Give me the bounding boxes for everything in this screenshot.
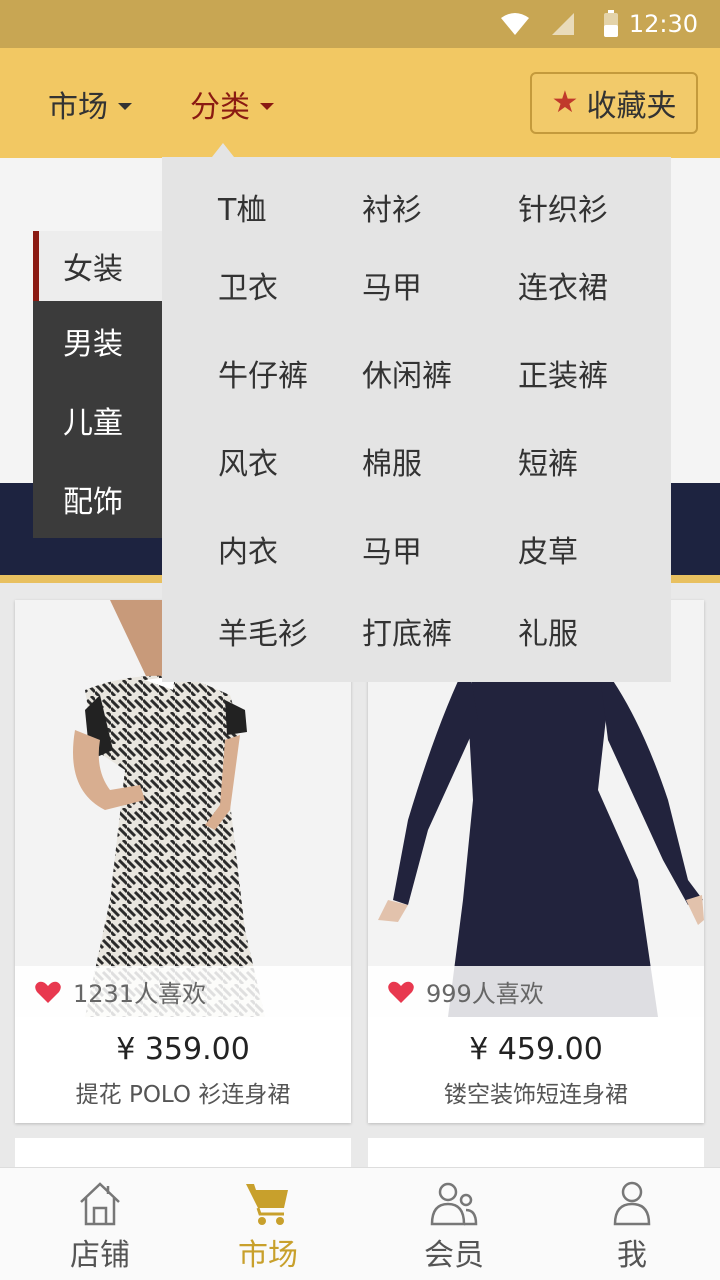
status-time: 12:30 xyxy=(628,10,698,38)
dropdown-item[interactable]: 休闲裤 xyxy=(362,351,452,395)
heart-icon[interactable] xyxy=(35,981,61,1003)
cart-icon xyxy=(246,1184,288,1225)
status-bar: 12:30 xyxy=(0,0,720,48)
market-tab[interactable]: 市场 xyxy=(48,82,132,126)
tab-me[interactable]: 我 xyxy=(572,1180,692,1274)
likes-count: 999人喜欢 xyxy=(426,980,544,1008)
dropdown-item[interactable]: 卫衣 xyxy=(218,263,278,307)
product-name: 镂空装饰短连身裙 xyxy=(444,1082,628,1108)
dropdown-item[interactable]: 衬衫 xyxy=(362,185,422,229)
battery-icon xyxy=(604,10,618,37)
tab-label: 会员 xyxy=(424,1238,484,1273)
side-category-menu: 女装 男装 儿童 配饰 xyxy=(33,231,163,538)
dropdown-item[interactable]: 内衣 xyxy=(218,527,278,571)
tab-market[interactable]: 市场 xyxy=(208,1180,328,1274)
tab-label: 我 xyxy=(617,1238,647,1273)
dropdown-item[interactable]: 皮草 xyxy=(518,527,578,571)
likes-count: 1231人喜欢 xyxy=(73,980,207,1008)
bottom-tab-bar: 店铺 市场 会员 我 xyxy=(0,1167,720,1280)
dropdown-item[interactable]: 打底裤 xyxy=(362,609,452,653)
category-tab-label: 分类 xyxy=(190,90,250,125)
side-category-men[interactable]: 男装 xyxy=(33,301,163,380)
dropdown-item[interactable]: 马甲 xyxy=(362,263,422,307)
caret-down-icon xyxy=(118,102,132,110)
dropdown-item[interactable]: 牛仔裤 xyxy=(218,351,308,395)
side-category-women[interactable]: 女装 xyxy=(33,231,163,301)
product-price: ¥ 359.00 xyxy=(116,1032,250,1067)
tab-label: 店铺 xyxy=(70,1238,130,1273)
dropdown-item[interactable]: 风衣 xyxy=(218,439,278,483)
tab-store[interactable]: 店铺 xyxy=(40,1180,160,1274)
category-dropdown: T桖 衬衫 针织衫 卫衣 马甲 连衣裙 牛仔裤 休闲裤 正装裤 风衣 棉服 短裤… xyxy=(162,157,671,682)
user-icon xyxy=(613,1181,651,1226)
wifi-icon xyxy=(501,13,529,35)
dropdown-pointer xyxy=(212,143,234,157)
dropdown-item[interactable]: T桖 xyxy=(218,185,266,229)
dropdown-item[interactable]: 连衣裙 xyxy=(518,263,608,307)
tab-label: 市场 xyxy=(238,1238,298,1273)
side-category-accessories[interactable]: 配饰 xyxy=(33,459,163,538)
dropdown-item[interactable]: 棉服 xyxy=(362,439,422,483)
favorites-label: 收藏夹 xyxy=(586,89,677,124)
product-name: 提花 POLO 衫连身裙 xyxy=(75,1082,291,1108)
dropdown-item[interactable]: 马甲 xyxy=(362,527,422,571)
members-icon xyxy=(430,1182,478,1226)
market-tab-label: 市场 xyxy=(48,90,108,125)
category-tab[interactable]: 分类 xyxy=(190,82,274,126)
product-price: ¥ 459.00 xyxy=(469,1032,603,1067)
tab-members[interactable]: 会员 xyxy=(394,1180,514,1274)
side-category-kids[interactable]: 儿童 xyxy=(33,380,163,459)
dropdown-item[interactable]: 正装裤 xyxy=(518,351,608,395)
likes-bar: 999人喜欢 xyxy=(368,966,704,1017)
star-icon: ★ xyxy=(551,85,579,120)
caret-down-icon xyxy=(260,102,274,110)
dropdown-item[interactable]: 短裤 xyxy=(518,439,578,483)
favorites-button[interactable]: ★ 收藏夹 xyxy=(530,72,698,134)
dropdown-item[interactable]: 针织衫 xyxy=(518,185,608,229)
top-nav-bar: 市场 分类 ★ 收藏夹 xyxy=(0,48,720,158)
likes-bar: 1231人喜欢 xyxy=(15,966,351,1017)
dropdown-item[interactable]: 羊毛衫 xyxy=(218,609,308,653)
dropdown-item[interactable]: 礼服 xyxy=(518,609,578,653)
signal-icon xyxy=(552,13,574,35)
store-icon xyxy=(80,1182,120,1226)
heart-icon[interactable] xyxy=(388,981,414,1003)
